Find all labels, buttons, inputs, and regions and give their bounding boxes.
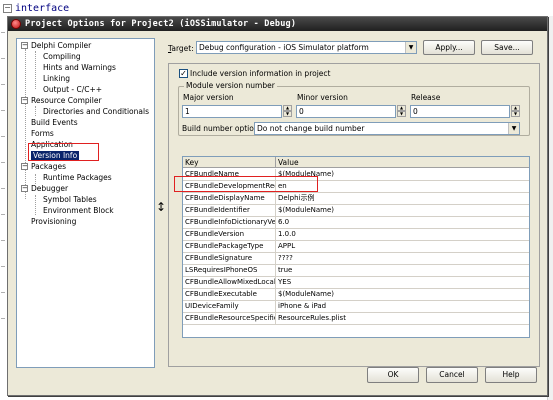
fold-toggle-icon[interactable]: − bbox=[3, 3, 12, 13]
table-row[interactable]: CFBundleExecutable $(ModuleName) bbox=[183, 289, 529, 301]
grid-header: Key Value bbox=[183, 157, 529, 168]
options-tree[interactable]: − Delphi Compiler Compiling Hints and Wa… bbox=[16, 38, 155, 368]
dialog-title: Project Options for Project2 (iOSSimulat… bbox=[25, 19, 297, 29]
collapse-icon[interactable]: − bbox=[21, 42, 28, 49]
release-input[interactable]: 0 bbox=[410, 105, 510, 118]
column-header-value[interactable]: Value bbox=[276, 157, 529, 168]
table-row[interactable]: CFBundleVersion 1.0.0 bbox=[183, 229, 529, 241]
table-row[interactable]: CFBundleSignature???? bbox=[183, 253, 529, 265]
build-number-options-label: Build number options bbox=[182, 124, 263, 133]
tree-item-runtime-packages[interactable]: Runtime Packages bbox=[43, 172, 112, 183]
minor-version-input[interactable]: 0 bbox=[296, 105, 396, 118]
table-row[interactable]: CFBundleAllowMixedLocalizationsYES bbox=[183, 277, 529, 289]
editor-gutter bbox=[0, 18, 6, 400]
table-row[interactable]: CFBundleResourceSpecificationResourceRul… bbox=[183, 313, 529, 325]
column-header-key[interactable]: Key bbox=[183, 157, 276, 168]
ok-button[interactable]: OK bbox=[367, 367, 419, 383]
release-label: Release bbox=[411, 93, 441, 102]
table-row[interactable]: CFBundleIdentifier $(ModuleName) bbox=[183, 205, 529, 217]
major-version-label: Major version bbox=[183, 93, 234, 102]
target-label: Target: bbox=[168, 44, 194, 53]
tree-item-hints-and-warnings[interactable]: Hints and Warnings bbox=[43, 62, 116, 73]
target-select[interactable]: Debug configuration - iOS Simulator plat… bbox=[196, 41, 417, 54]
annotation-highlight-version-info bbox=[28, 143, 99, 161]
collapse-icon[interactable]: − bbox=[21, 97, 28, 104]
release-spinner[interactable]: ▲ ▼ bbox=[511, 105, 520, 118]
tree-item-output-cpp[interactable]: Output - C/C++ bbox=[43, 84, 102, 95]
tree-item-symbol-tables[interactable]: Symbol Tables bbox=[43, 194, 97, 205]
tree-item-linking[interactable]: Linking bbox=[43, 73, 70, 84]
tree-item-provisioning[interactable]: Provisioning bbox=[31, 216, 76, 227]
tree-item-environment-block[interactable]: Environment Block bbox=[43, 205, 114, 216]
tree-item-forms[interactable]: Forms bbox=[31, 128, 54, 139]
table-row[interactable]: CFBundleInfoDictionaryVersion6.0 bbox=[183, 217, 529, 229]
tree-item-resource-compiler[interactable]: − Resource Compiler bbox=[21, 95, 102, 106]
code-editor-line: − interface bbox=[0, 0, 553, 16]
module-version-group-label: Module version number bbox=[184, 81, 277, 90]
include-version-label: Include version information in project bbox=[190, 69, 331, 78]
build-number-options-select[interactable]: Do not change build number ▼ bbox=[254, 122, 520, 135]
major-version-spinner[interactable]: ▲ ▼ bbox=[283, 105, 292, 118]
annotation-highlight-display-name bbox=[174, 176, 318, 192]
tree-item-compiling[interactable]: Compiling bbox=[43, 51, 81, 62]
include-version-checkbox[interactable]: ✓ bbox=[179, 69, 188, 78]
tree-item-directories-and-conditionals[interactable]: Directories and Conditionals bbox=[43, 106, 149, 117]
tree-item-delphi-compiler[interactable]: − Delphi Compiler bbox=[21, 40, 91, 51]
code-line-text[interactable]: interface bbox=[15, 3, 69, 14]
dropdown-arrow-icon: ▼ bbox=[508, 123, 519, 134]
dropdown-arrow-icon: ▼ bbox=[405, 42, 416, 53]
collapse-icon[interactable]: − bbox=[21, 185, 28, 192]
table-row[interactable]: CFBundleDisplayName Delphi示例 bbox=[183, 193, 529, 205]
project-options-dialog: Project Options for Project2 (iOSSimulat… bbox=[7, 16, 548, 396]
tree-item-packages[interactable]: − Packages bbox=[21, 161, 66, 172]
save-button[interactable]: Save... bbox=[481, 40, 533, 55]
major-version-input[interactable]: 1 bbox=[182, 105, 282, 118]
dialog-titlebar[interactable]: Project Options for Project2 (iOSSimulat… bbox=[8, 17, 547, 31]
tree-item-debugger[interactable]: − Debugger bbox=[21, 183, 68, 194]
collapse-icon[interactable]: − bbox=[21, 163, 28, 170]
table-row[interactable]: LSRequiresIPhoneOS true bbox=[183, 265, 529, 277]
cancel-button[interactable]: Cancel bbox=[426, 367, 478, 383]
table-row[interactable]: CFBundlePackageType APPL bbox=[183, 241, 529, 253]
help-button[interactable]: Help bbox=[485, 367, 537, 383]
minor-version-spinner[interactable]: ▲ ▼ bbox=[397, 105, 406, 118]
app-logo-icon bbox=[11, 19, 21, 29]
minor-version-label: Minor version bbox=[297, 93, 348, 102]
apply-button[interactable]: Apply... bbox=[423, 40, 475, 55]
table-row[interactable]: UIDeviceFamily iPhone & iPad bbox=[183, 301, 529, 313]
splitter-resize-icon[interactable]: ↕ bbox=[156, 199, 166, 215]
tree-item-build-events[interactable]: Build Events bbox=[31, 117, 78, 128]
